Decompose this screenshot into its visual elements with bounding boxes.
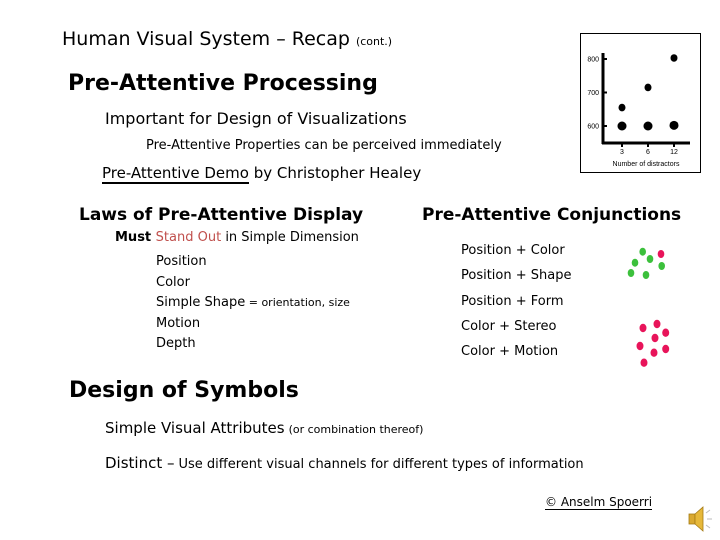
copyright-link[interactable]: © Anselm Spoerri (545, 495, 653, 510)
conjunction-item: Position + Shape (461, 268, 572, 284)
green-dot (627, 269, 635, 277)
green-dot (658, 262, 665, 270)
conjunction-item: Position + Form (461, 293, 564, 309)
green-dot (639, 247, 646, 256)
conjunction-item: Color + Motion (461, 344, 559, 360)
laws-item: Position (156, 254, 207, 269)
subheading: Important for Design of Visualizations (105, 109, 407, 128)
green-dot (642, 271, 650, 279)
laws-item: Color (156, 274, 190, 290)
shape-note: = orientation, size (245, 296, 350, 309)
green-dots-cluster (627, 247, 665, 279)
laws-list: Position Color Simple Shape = orientatio… (156, 252, 350, 355)
laws-item: Motion (156, 315, 201, 331)
data-point (643, 121, 653, 131)
pink-dots-cluster (636, 319, 670, 367)
slide-title-text: Human Visual System – Recap (62, 28, 350, 50)
pink-dot (640, 358, 648, 367)
pink-dot (651, 333, 659, 343)
laws-heading: Laws of Pre-Attentive Display (79, 205, 364, 225)
y-tick-label: 700 (587, 90, 599, 97)
demo-link[interactable]: Pre-Attentive Demo (102, 164, 249, 184)
distinct-note: Use different visual channels for differ… (178, 457, 584, 472)
demo-line: Pre-Attentive Demo by Christopher Healey (102, 164, 422, 184)
green-dot (631, 258, 639, 267)
conjunctions-heading: Pre-Attentive Conjunctions (422, 205, 682, 225)
must-text: Must (115, 230, 156, 245)
speaker-icon[interactable] (684, 504, 714, 534)
x-tick-label: 6 (646, 149, 650, 156)
copyright: © Anselm Spoerri (545, 495, 653, 510)
laws-rest-text: in Simple Dimension (221, 230, 359, 245)
data-point (669, 120, 679, 130)
laws-item-label: Simple Shape (156, 295, 246, 310)
distinct-label: Distinct – (105, 454, 175, 472)
symbols-attributes: Simple Visual Attributes (or combination … (105, 419, 423, 437)
slide-title-suffix: (cont.) (355, 35, 393, 48)
conjunction-item: Position + Color (461, 243, 565, 258)
symbols-heading: Design of Symbols (69, 378, 299, 403)
data-point (617, 121, 627, 131)
y-tick-label: 600 (587, 124, 599, 131)
pink-dot (636, 341, 644, 351)
distractor-chart: 3 6 12 600 700 800 Number of distractors (580, 33, 701, 173)
sub-subheading: Pre-Attentive Properties can be perceive… (146, 138, 502, 153)
conjunctions-list: Position + Color Position + Shape Positi… (461, 238, 571, 364)
x-tick-label: 12 (670, 149, 678, 156)
conjunction-item: Color + Stereo (461, 318, 557, 334)
demo-author: by Christopher Healey (248, 164, 422, 182)
laws-subtitle: Must Stand Out in Simple Dimension (115, 230, 359, 245)
attributes-label: Simple Visual Attributes (105, 419, 285, 437)
slide-title: Human Visual System – Recap (cont.) (62, 28, 392, 50)
pink-dot (662, 344, 670, 354)
y-tick-label: 800 (587, 57, 599, 64)
laws-item: Simple Shape = orientation, size (156, 293, 350, 314)
pink-dot (657, 250, 665, 258)
pink-dot (653, 319, 661, 329)
x-tick-label: 3 (620, 149, 624, 156)
pink-dot (662, 328, 670, 337)
data-point (618, 103, 626, 112)
data-point (670, 54, 678, 62)
attributes-note: (or combination thereof) (288, 423, 424, 436)
pink-dot (650, 348, 658, 357)
stand-out-text: Stand Out (155, 230, 222, 245)
section-heading: Pre-Attentive Processing (68, 71, 378, 96)
x-axis-label: Number of distractors (613, 161, 680, 168)
pink-dot (639, 323, 647, 333)
green-dot (646, 255, 654, 263)
laws-item: Depth (156, 336, 196, 351)
conjunction-dots-illustration (627, 247, 670, 367)
data-point (644, 83, 652, 92)
symbols-distinct: Distinct – Use different visual channels … (105, 454, 584, 472)
chart-frame (580, 33, 701, 173)
